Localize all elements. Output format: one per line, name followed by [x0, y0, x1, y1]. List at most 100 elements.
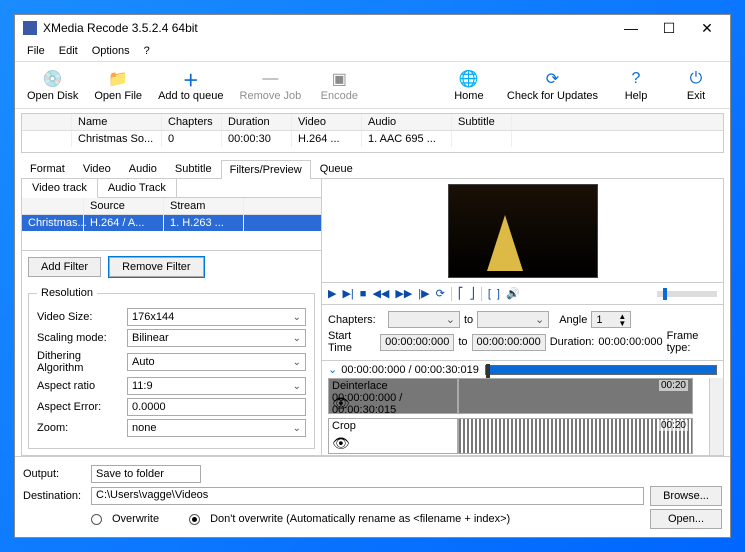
- menubar: File Edit Options ?: [15, 41, 730, 61]
- exit-button[interactable]: ⏻Exit: [666, 64, 726, 106]
- menu-file[interactable]: File: [21, 43, 51, 59]
- file-grid-header: Name Chapters Duration Video Audio Subti…: [22, 114, 723, 131]
- plus-icon: ＋: [183, 69, 199, 89]
- chapter-to-select[interactable]: [477, 311, 549, 328]
- open-button[interactable]: Open...: [650, 509, 722, 529]
- menu-help[interactable]: ?: [138, 43, 156, 59]
- open-disk-button[interactable]: 💿Open Disk: [19, 64, 86, 106]
- destination-field[interactable]: C:\Users\vagge\Videos: [91, 487, 644, 505]
- col-video[interactable]: Video: [292, 114, 362, 130]
- menu-edit[interactable]: Edit: [53, 43, 84, 59]
- eye-icon: 👁: [332, 435, 350, 452]
- minimize-button[interactable]: —: [612, 16, 650, 40]
- encode-button[interactable]: ▣Encode: [309, 64, 369, 106]
- help-icon: ?: [632, 69, 641, 89]
- aspect-error-field[interactable]: 0.0000: [127, 398, 306, 416]
- power-icon: ⏻: [690, 69, 703, 89]
- clip-deinterlace[interactable]: Deinterlace00:00:00:000 / 00:00:30:015👁: [328, 378, 458, 414]
- subtab-audio-track[interactable]: Audio Track: [98, 179, 177, 197]
- eye-icon: 👁: [332, 395, 350, 412]
- next-frame-icon[interactable]: ▶|: [342, 287, 353, 300]
- left-panel: Video track Audio Track Source Stream Ch…: [22, 179, 322, 455]
- add-queue-button[interactable]: ＋Add to queue: [150, 64, 231, 106]
- overwrite-radio[interactable]: [91, 514, 102, 525]
- check-updates-button[interactable]: ⟳Check for Updates: [499, 64, 606, 106]
- col-audio[interactable]: Audio: [362, 114, 452, 130]
- track-subtabs: Video track Audio Track: [22, 179, 321, 198]
- col-source[interactable]: Source: [84, 198, 164, 214]
- col-subtitle[interactable]: Subtitle: [452, 114, 512, 130]
- content: Video track Audio Track Source Stream Ch…: [21, 179, 724, 456]
- globe-icon: 🌐: [459, 69, 479, 89]
- col-name[interactable]: Name: [72, 114, 162, 130]
- home-button[interactable]: 🌐Home: [439, 64, 499, 106]
- timeline-seek[interactable]: [485, 365, 717, 375]
- add-filter-button[interactable]: Add Filter: [28, 257, 101, 277]
- browse-button[interactable]: Browse...: [650, 486, 722, 506]
- clip-list: Deinterlace00:00:00:000 / 00:00:30:015👁 …: [322, 378, 723, 455]
- dont-overwrite-radio[interactable]: [189, 514, 200, 525]
- remove-job-button[interactable]: —Remove Job: [232, 64, 310, 106]
- start-time-field[interactable]: 00:00:00:000: [380, 334, 454, 351]
- mark-in-icon[interactable]: ⎡: [458, 287, 464, 300]
- bottom-panel: Output: Save to folder Destination: C:\U…: [15, 456, 730, 537]
- step-icon[interactable]: |▶: [418, 287, 429, 300]
- col-stream[interactable]: Stream: [164, 198, 244, 214]
- timeline-position: 00:00:00:000 / 00:00:30:019: [341, 364, 479, 376]
- track-row[interactable]: Christmas... H.264 / A... 1. H.263 ...: [22, 215, 321, 231]
- close-button[interactable]: ✕: [688, 16, 726, 40]
- volume-slider[interactable]: [657, 291, 717, 297]
- expand-icon[interactable]: ⌄: [328, 363, 337, 376]
- right-panel: ▶ ▶| ■ ◀◀ ▶▶ |▶ ⟳ ⎡ ⎦ [ ] 🔊 Chapters:: [322, 179, 723, 455]
- mark-out-icon[interactable]: ⎦: [469, 287, 475, 300]
- col-chapters[interactable]: Chapters: [162, 114, 222, 130]
- timeline-header: ⌄ 00:00:00:000 / 00:00:30:019: [322, 361, 723, 378]
- clip-track[interactable]: 00:20: [458, 418, 693, 454]
- loop-icon[interactable]: ⟳: [436, 287, 445, 300]
- clip-track[interactable]: 00:20: [458, 378, 693, 414]
- titlebar: XMedia Recode 3.5.2.4 64bit — ☐ ✕: [15, 15, 730, 41]
- angle-spinner[interactable]: 1▲▼: [591, 311, 631, 328]
- tab-audio[interactable]: Audio: [120, 159, 166, 178]
- file-row[interactable]: Christmas So... 0 00:00:30 H.264 ... 1. …: [22, 131, 723, 147]
- tab-filters-preview[interactable]: Filters/Preview: [221, 160, 311, 179]
- track-grid: Source Stream Christmas... H.264 / A... …: [22, 198, 321, 251]
- output-select[interactable]: Save to folder: [91, 465, 201, 483]
- zoom-select[interactable]: none: [127, 419, 306, 437]
- scaling-mode-select[interactable]: Bilinear: [127, 329, 306, 347]
- subtab-video-track[interactable]: Video track: [22, 179, 98, 198]
- tab-video[interactable]: Video: [74, 159, 120, 178]
- vertical-scrollbar[interactable]: [709, 378, 723, 455]
- resolution-legend: Resolution: [37, 287, 97, 299]
- open-file-button[interactable]: 📁Open File: [86, 64, 150, 106]
- file-grid: Name Chapters Duration Video Audio Subti…: [21, 113, 724, 153]
- encode-icon: ▣: [332, 69, 347, 89]
- remove-filter-button[interactable]: Remove Filter: [109, 257, 203, 277]
- aspect-ratio-select[interactable]: 11:9: [127, 377, 306, 395]
- duration-value: 00:00:00:000: [598, 336, 662, 348]
- tab-subtitle[interactable]: Subtitle: [166, 159, 221, 178]
- chapter-from-select[interactable]: [388, 311, 460, 328]
- video-size-select[interactable]: 176x144: [127, 308, 306, 326]
- end-time-field[interactable]: 00:00:00:000: [472, 334, 546, 351]
- forward-icon[interactable]: ▶▶: [395, 287, 412, 300]
- main-tabs: Format Video Audio Subtitle Filters/Prev…: [21, 159, 724, 179]
- play-icon[interactable]: ▶: [328, 287, 336, 300]
- tab-queue[interactable]: Queue: [311, 159, 362, 178]
- dithering-select[interactable]: Auto: [127, 353, 306, 371]
- folder-icon: 📁: [108, 69, 128, 89]
- col-duration[interactable]: Duration: [222, 114, 292, 130]
- app-icon: [23, 21, 37, 35]
- clip-crop[interactable]: Crop👁: [328, 418, 458, 454]
- meta-rows: Chapters: to Angle 1▲▼ Start Time 00:00:…: [322, 305, 723, 361]
- stop-icon[interactable]: ■: [360, 288, 367, 300]
- tab-format[interactable]: Format: [21, 159, 74, 178]
- bracket-right-icon[interactable]: ]: [497, 288, 500, 300]
- bracket-left-icon[interactable]: [: [488, 288, 491, 300]
- menu-options[interactable]: Options: [86, 43, 136, 59]
- app-window: XMedia Recode 3.5.2.4 64bit — ☐ ✕ File E…: [14, 14, 731, 538]
- maximize-button[interactable]: ☐: [650, 16, 688, 40]
- rewind-icon[interactable]: ◀◀: [372, 287, 389, 300]
- help-button[interactable]: ?Help: [606, 64, 666, 106]
- volume-icon[interactable]: 🔊: [506, 287, 520, 300]
